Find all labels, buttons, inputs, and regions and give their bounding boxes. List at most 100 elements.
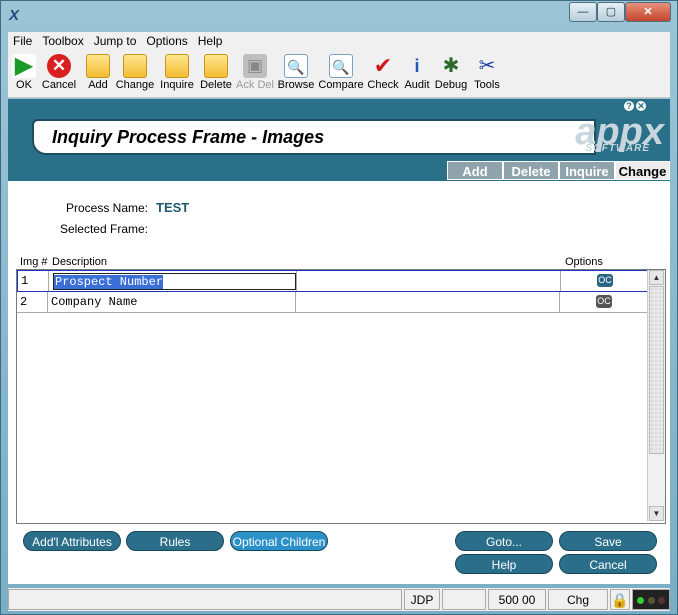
debug-label: Debug — [434, 79, 468, 91]
toolbar: ▶ OK ✕ Cancel Add Change Inquire Delete ▣ A… — [8, 52, 670, 98]
scroll-down-icon[interactable]: ▼ — [649, 506, 664, 521]
optional-children-icon[interactable]: OC — [596, 295, 612, 308]
check-icon: ✔ — [373, 53, 393, 78]
compare-icon: 🔍 — [329, 54, 353, 78]
tab-change[interactable]: Change — [615, 161, 670, 180]
ok-label: OK — [16, 79, 32, 91]
process-name-label: Process Name: — [65, 201, 148, 215]
column-header-img: Img # — [20, 256, 48, 268]
status-bar: JDP 500 00 Chg 🔒 — [8, 588, 670, 611]
menu-bar: File Toolbox Jump to Options Help — [8, 32, 670, 52]
mode-tabs: Add Delete Inquire Change — [447, 161, 670, 181]
add-label: Add — [88, 79, 108, 91]
goto-button[interactable]: Goto... — [455, 531, 553, 551]
audit-button[interactable]: i Audit — [402, 54, 432, 91]
check-button[interactable]: ✔ Check — [366, 53, 400, 92]
menu-options[interactable]: Options — [141, 32, 192, 50]
browse-label: Browse — [277, 79, 315, 91]
cancel-button[interactable]: ✕ Cancel — [40, 54, 78, 91]
column-header-description: Description — [52, 256, 108, 268]
close-frame-icon[interactable]: ✕ — [636, 101, 646, 111]
appx-logo: appx SOFTWARE — [484, 111, 664, 155]
table-row[interactable]: 1 Prospect Number OC — [17, 270, 649, 292]
tab-delete[interactable]: Delete — [503, 161, 559, 180]
status-mode: Chg — [548, 589, 608, 610]
debug-button[interactable]: ✱ Debug — [434, 54, 468, 91]
close-window-button[interactable]: ✕ — [625, 2, 671, 22]
status-message — [8, 589, 402, 610]
frame-header: ? ✕ Inquiry Process Frame - Images appx … — [8, 99, 670, 181]
menu-jump-to[interactable]: Jump to — [89, 32, 142, 50]
delete-button[interactable]: Delete — [198, 54, 234, 91]
selected-frame-label: Selected Frame: — [59, 222, 148, 236]
maximize-button[interactable]: ▢ — [597, 2, 625, 22]
title-bar[interactable]: X — ▢ ✕ — [1, 1, 677, 31]
grid-scrollbar[interactable]: ▲ ▼ — [647, 270, 665, 521]
optional-children-icon[interactable]: OC — [597, 274, 613, 287]
description-cell[interactable]: Company Name — [48, 292, 296, 312]
frame-title: Inquiry Process Frame - Images — [52, 127, 325, 147]
change-label: Change — [115, 79, 155, 91]
debug-icon: ✱ — [442, 55, 460, 77]
inquire-label: Inquire — [160, 79, 194, 91]
tab-add[interactable]: Add — [447, 161, 503, 180]
images-grid: 1 Prospect Number OC 2 Company Name OC ▲ — [16, 269, 666, 524]
browse-icon: 🔍 — [284, 54, 308, 78]
ack-delete-button[interactable]: ▣ Ack Del — [236, 54, 274, 91]
save-button[interactable]: Save — [559, 531, 657, 551]
img-number-cell[interactable]: 2 — [17, 292, 48, 312]
optional-children-button[interactable]: Optional Children — [230, 531, 328, 551]
menu-help[interactable]: Help — [193, 32, 228, 50]
rules-button[interactable]: Rules — [126, 531, 224, 551]
description-input[interactable]: Prospect Number — [53, 273, 296, 290]
tools-label: Tools — [474, 79, 500, 91]
tools-button[interactable]: ✂ Tools — [472, 54, 502, 91]
options-cell: OC — [561, 271, 648, 291]
change-folder-icon — [123, 54, 147, 78]
appx-logo-icon: X — [9, 7, 20, 24]
add-attributes-button[interactable]: Add'l Attributes — [23, 531, 121, 551]
add-button[interactable]: Add — [84, 54, 112, 91]
minimize-button[interactable]: — — [569, 2, 597, 22]
process-name-value: TEST — [156, 200, 190, 215]
compare-button[interactable]: 🔍 Compare — [318, 54, 364, 91]
inquire-button[interactable]: Inquire — [158, 54, 196, 91]
lock-icon: 🔒 — [610, 589, 630, 610]
ok-icon: ▶ — [12, 54, 36, 78]
description-text: Prospect Number — [54, 275, 164, 289]
compare-label: Compare — [318, 79, 364, 91]
status-user: JDP — [404, 589, 440, 610]
tools-icon: ✂ — [478, 55, 496, 77]
logo-subtext: SOFTWARE — [585, 143, 650, 154]
column-header-options: Options — [565, 256, 603, 268]
menu-toolbox[interactable]: Toolbox — [37, 32, 88, 50]
menu-file[interactable]: File — [8, 32, 37, 50]
table-row[interactable]: 2 Company Name OC — [17, 292, 647, 313]
scroll-up-icon[interactable]: ▲ — [649, 270, 664, 285]
cancel-button[interactable]: Cancel — [559, 554, 657, 574]
audit-label: Audit — [404, 79, 430, 91]
traffic-light-icon — [632, 589, 670, 610]
delete-label: Delete — [200, 79, 232, 91]
scroll-thumb[interactable] — [649, 286, 664, 454]
ok-button[interactable]: ▶ OK — [10, 54, 38, 91]
delete-folder-icon — [204, 54, 228, 78]
inquire-folder-icon — [165, 54, 189, 78]
status-blank — [442, 589, 486, 610]
description-cell[interactable]: Prospect Number — [49, 271, 297, 291]
browse-button[interactable]: 🔍 Browse — [276, 54, 316, 91]
cancel-icon: ✕ — [47, 54, 71, 78]
ack-delete-label: Ack Del — [236, 79, 274, 91]
help-question-icon[interactable]: ? — [624, 101, 634, 111]
img-number-cell[interactable]: 1 — [18, 271, 49, 291]
help-button[interactable]: Help — [455, 554, 553, 574]
process-frame: ? ✕ Inquiry Process Frame - Images appx … — [8, 99, 670, 584]
check-label: Check — [367, 79, 399, 91]
ack-delete-icon: ▣ — [243, 54, 267, 78]
status-value: 500 00 — [488, 589, 546, 610]
audit-icon: i — [414, 56, 420, 76]
tab-inquire[interactable]: Inquire — [559, 161, 615, 180]
blank-cell — [297, 271, 561, 291]
cancel-label: Cancel — [41, 79, 77, 91]
change-button[interactable]: Change — [114, 54, 156, 91]
